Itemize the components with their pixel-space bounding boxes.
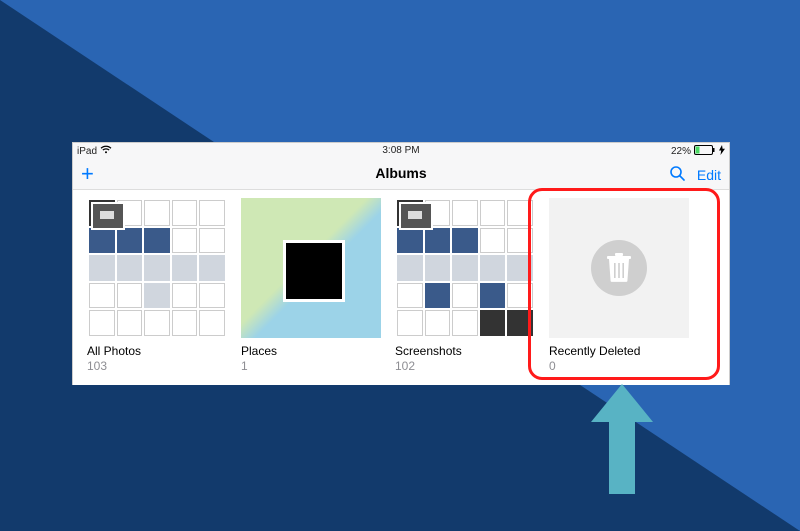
album-name: Screenshots bbox=[395, 344, 535, 358]
album-count: 0 bbox=[549, 359, 689, 373]
album-recently-deleted[interactable]: Recently Deleted 0 bbox=[549, 198, 689, 373]
status-right: 22% bbox=[671, 145, 725, 158]
battery-percent: 22% bbox=[671, 146, 691, 157]
album-screenshots[interactable]: Screenshots 102 bbox=[395, 198, 535, 373]
album-count: 1 bbox=[241, 359, 381, 373]
stack-icon bbox=[91, 202, 125, 230]
charging-icon bbox=[719, 145, 725, 158]
album-thumbnail bbox=[395, 198, 535, 338]
album-count: 103 bbox=[87, 359, 227, 373]
album-thumbnail bbox=[241, 198, 381, 338]
status-left: iPad bbox=[77, 145, 112, 157]
status-bar: iPad 3:08 PM 22% bbox=[73, 143, 729, 159]
album-name: All Photos bbox=[87, 344, 227, 358]
edit-button[interactable]: Edit bbox=[697, 167, 721, 183]
album-places[interactable]: Places 1 bbox=[241, 198, 381, 373]
add-album-button[interactable]: + bbox=[81, 163, 94, 185]
album-all-photos[interactable]: All Photos 103 bbox=[87, 198, 227, 373]
search-icon[interactable] bbox=[669, 165, 685, 184]
ipad-window: iPad 3:08 PM 22% + Albums bbox=[72, 142, 730, 385]
background: iPad 3:08 PM 22% + Albums bbox=[0, 0, 800, 531]
page-title: Albums bbox=[375, 165, 426, 181]
trash-icon bbox=[591, 240, 647, 296]
stack-icon bbox=[399, 202, 433, 230]
album-name: Places bbox=[241, 344, 381, 358]
album-thumbnail bbox=[549, 198, 689, 338]
album-thumbnail bbox=[87, 198, 227, 338]
nav-bar: + Albums Edit bbox=[73, 159, 729, 190]
annotation-arrow-icon bbox=[591, 384, 653, 494]
status-time: 3:08 PM bbox=[382, 145, 419, 156]
wifi-icon bbox=[100, 145, 112, 157]
device-label: iPad bbox=[77, 146, 97, 157]
albums-grid: All Photos 103 Places 1 bbox=[73, 190, 729, 385]
album-name: Recently Deleted bbox=[549, 344, 689, 358]
album-count: 102 bbox=[395, 359, 535, 373]
battery-icon bbox=[694, 145, 716, 158]
